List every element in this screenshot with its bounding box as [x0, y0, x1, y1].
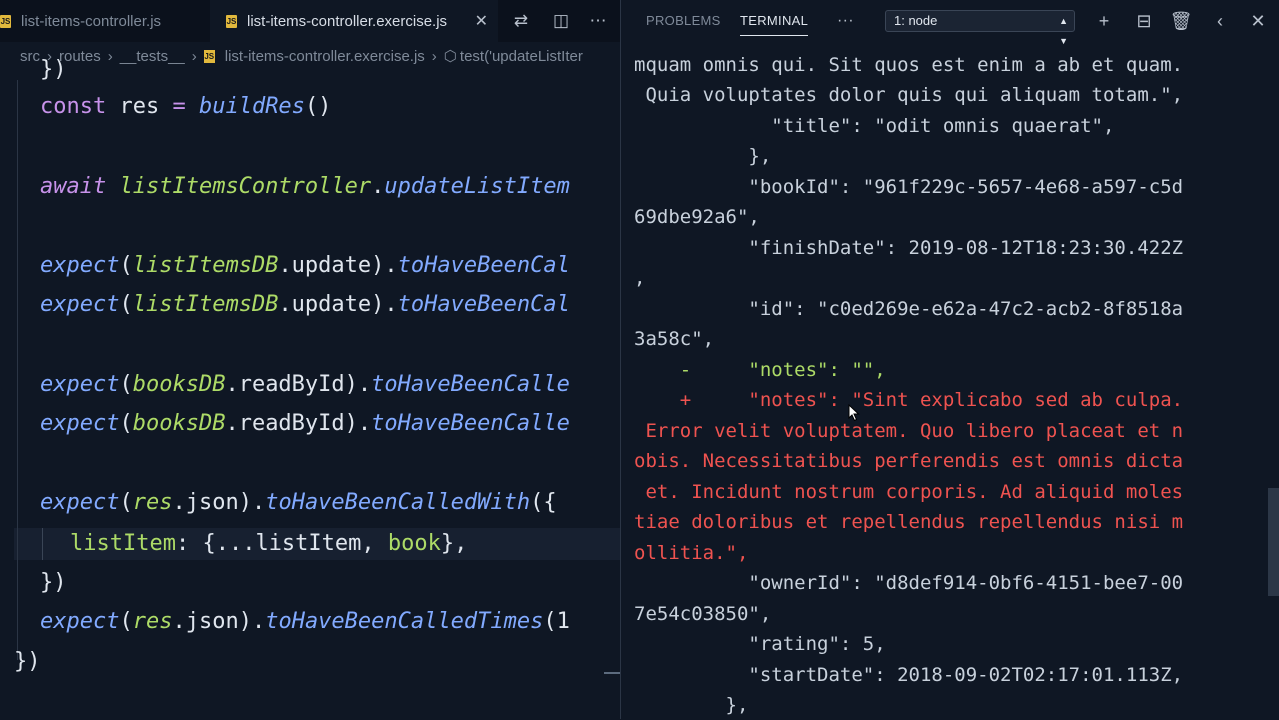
close-icon[interactable]: ✕: [1246, 9, 1270, 33]
terminal-line: "bookId": "961f229c-5657-4e68-a597-c5d: [634, 176, 1184, 198]
code-line: }): [40, 57, 67, 82]
code-line: }): [14, 649, 41, 674]
terminal-line: "finishDate": 2019-08-12T18:23:30.422Z: [634, 237, 1184, 259]
diff-removed-line: - "notes": "",: [634, 359, 886, 381]
indent-guide: [42, 528, 43, 560]
terminal-line: "startDate": 2018-09-02T02:17:01.113Z,: [634, 664, 1184, 686]
terminal-line: ,: [634, 267, 646, 289]
terminal-scrollbar[interactable]: [1268, 488, 1279, 596]
tab-problems[interactable]: PROBLEMS: [646, 0, 721, 42]
code-line: expect(listItemsDB.update).toHaveBeenCal: [40, 253, 570, 278]
tab-terminal[interactable]: TERMINAL: [740, 0, 809, 42]
select-arrows-icon: ▲ ▼: [1059, 16, 1068, 46]
terminal-line: "id": "c0ed269e-e62a-47c2-acb2-8f8518a: [634, 298, 1184, 320]
code-line: expect(res.json).toHaveBeenCalledTimes(1: [40, 609, 570, 634]
more-icon[interactable]: ···: [837, 0, 854, 42]
terminal-line: 69dbe92a6",: [634, 206, 760, 228]
diff-added-line: et. Incidunt nostrum corporis. Ad aliqui…: [634, 481, 1184, 503]
terminal-panel: PROBLEMS TERMINAL ··· 1: node ▲ ▼ + ⊟ 🗑 ‹…: [621, 0, 1279, 719]
mouse-pointer-icon: [848, 404, 860, 422]
diff-added-line: obis. Necessitatibus perferendis est omn…: [634, 450, 1184, 472]
diff-added-line: Error velit voluptatem. Quo libero place…: [634, 420, 1184, 442]
diff-added-line: + "notes": "Sint explicabo sed ab culpa.: [634, 389, 1184, 411]
code-line: await listItemsController.updateListItem: [40, 174, 570, 199]
terminal-line: "title": "odit omnis quaerat",: [634, 115, 1115, 137]
diff-added-line: ollitia.",: [634, 542, 749, 564]
diff-added-line: tiae doloribus et repellendus repellendu…: [634, 511, 1184, 533]
terminal-select[interactable]: 1: node ▲ ▼: [885, 10, 1075, 46]
terminal-line: mquam omnis qui. Sit quos est enim a ab …: [634, 54, 1184, 76]
terminal-line: },: [634, 145, 772, 167]
terminal-line: 7e54c03850",: [634, 603, 772, 625]
indent-guide: [17, 80, 18, 660]
terminal-line: },: [634, 694, 749, 716]
editor-pane: JS list-items-controller.js JS list-item…: [0, 0, 620, 719]
code-line: expect(booksDB.readById).toHaveBeenCalle: [40, 411, 570, 436]
code-line: listItem: {...listItem, book},: [70, 531, 468, 556]
terminal-line: "ownerId": "d8def914-0bf6-4151-bee7-00: [634, 572, 1184, 594]
terminal-line: "rating": 5,: [634, 633, 886, 655]
panel-header: PROBLEMS TERMINAL ··· 1: node ▲ ▼ + ⊟ 🗑 ‹…: [621, 0, 1279, 46]
chevron-left-icon[interactable]: ‹: [1208, 9, 1232, 33]
code-line: }): [40, 570, 67, 595]
terminal-line: 3a58c",: [634, 328, 715, 350]
split-icon[interactable]: ⊟: [1132, 9, 1156, 33]
code-area[interactable]: }) const res = buildRes() await listItem…: [0, 0, 620, 719]
trash-icon[interactable]: 🗑: [1169, 9, 1193, 33]
editor-scroll-indicator[interactable]: [604, 672, 620, 674]
plus-icon[interactable]: +: [1092, 9, 1116, 33]
terminal-line: Quia voluptates dolor quis qui aliquam t…: [634, 84, 1184, 106]
code-line: const res = buildRes(): [40, 94, 332, 119]
code-line: expect(booksDB.readById).toHaveBeenCalle: [40, 372, 570, 397]
code-line: expect(listItemsDB.update).toHaveBeenCal: [40, 292, 570, 317]
terminal-select-value: 1: node: [894, 13, 938, 28]
code-line: expect(res.json).toHaveBeenCalledWith({: [40, 490, 557, 515]
